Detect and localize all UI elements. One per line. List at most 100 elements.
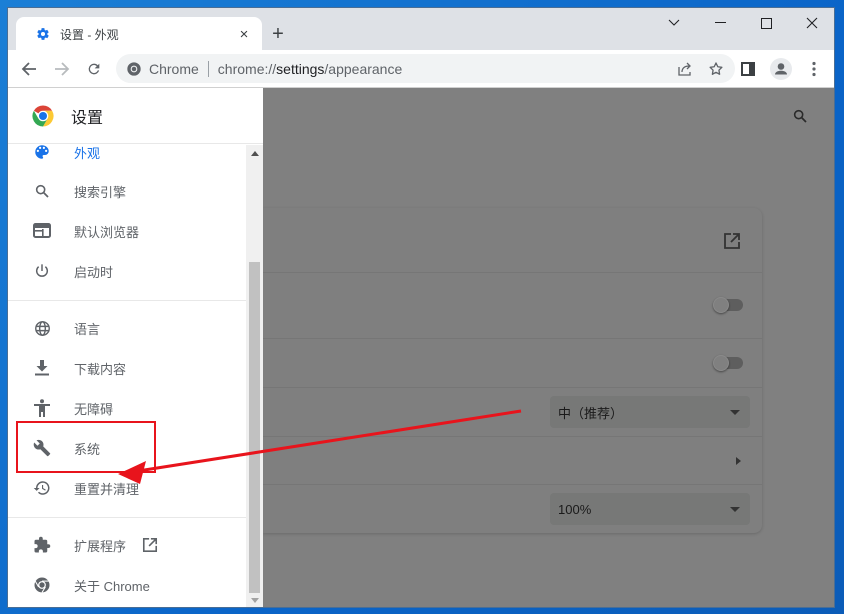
side-panel-icon [741, 62, 755, 76]
sidebar-item-label: 无障碍 [74, 401, 114, 417]
minimize-button[interactable] [697, 8, 743, 38]
nav-divider [8, 300, 246, 301]
address-bar[interactable]: Chrome chrome://settings/appearance [116, 54, 735, 83]
tab-strip: 设置 - 外观 × + [8, 8, 834, 51]
maximize-icon [760, 17, 772, 29]
bookmark-button[interactable] [704, 57, 728, 81]
drawer-header: 设置 [8, 88, 263, 144]
external-link-icon [142, 537, 158, 553]
scrollbar-thumb[interactable] [249, 262, 260, 593]
drawer-title: 设置 [71, 109, 104, 127]
sidebar-item-label: 启动时 [74, 264, 114, 280]
sidebar-item-downloads[interactable]: 下载内容 [8, 348, 246, 388]
settings-row-customize-fonts[interactable] [263, 436, 762, 484]
sidebar-item-label: 默认浏览器 [74, 224, 140, 240]
select-value: 中（推荐） [558, 405, 624, 421]
toggle-switch[interactable] [713, 297, 747, 313]
close-window-button[interactable] [789, 8, 834, 38]
tab-close-icon[interactable]: × [236, 26, 252, 43]
url-host: settings [276, 60, 325, 77]
external-link-icon [724, 233, 740, 249]
globe-icon [32, 318, 52, 338]
profile-avatar-icon [770, 58, 792, 80]
history-reset-icon [32, 478, 52, 498]
drawer-scrollbar[interactable] [246, 145, 263, 607]
more-menu-button[interactable] [800, 55, 828, 83]
nav-divider [8, 517, 246, 518]
download-icon [32, 358, 52, 378]
chrome-site-icon [127, 61, 141, 76]
chrome-logo-icon [32, 575, 52, 595]
sidebar-item-label: 语言 [74, 321, 101, 337]
sidebar-item-label: 重置并清理 [74, 481, 140, 497]
chrome-logo-icon [32, 105, 54, 126]
triangle-down-icon [250, 598, 259, 603]
chevron-down-icon [668, 19, 680, 26]
accessibility-icon [32, 398, 52, 418]
settings-row-toggle-1 [263, 272, 762, 338]
settings-search-button[interactable] [788, 104, 812, 128]
sidebar-item-search-engine[interactable]: 搜索引擎 [8, 171, 246, 211]
back-arrow-icon [21, 62, 36, 76]
forward-arrow-icon [55, 62, 70, 76]
tab-title: 设置 - 外观 [60, 27, 119, 42]
close-icon [806, 17, 818, 29]
maximize-button[interactable] [743, 8, 789, 38]
browser-window-icon [32, 221, 52, 241]
gear-icon [35, 26, 51, 42]
sidebar-item-appearance[interactable]: 外观 [8, 145, 246, 172]
settings-row-page-zoom: 100% [263, 484, 762, 533]
tab-settings-appearance[interactable]: 设置 - 外观 × [16, 17, 262, 51]
url-scheme: chrome:// [217, 60, 277, 77]
tab-search-button[interactable] [651, 8, 697, 38]
sidebar-item-label: 下载内容 [74, 361, 127, 377]
side-panel-button[interactable] [734, 55, 762, 83]
share-button[interactable] [673, 57, 697, 81]
appearance-card: 中（推荐） 100% [263, 208, 762, 533]
minimize-icon [714, 22, 726, 23]
search-icon [32, 181, 52, 201]
browser-window: 设置 - 外观 × + Chrome chrome://settings/app… [7, 7, 835, 608]
sidebar-item-label: 关于 Chrome [74, 578, 150, 594]
sidebar-item-extensions[interactable]: 扩展程序 [8, 525, 246, 565]
open-theme-store-button[interactable] [723, 232, 743, 252]
dropdown-caret-icon [730, 409, 740, 415]
profile-button[interactable] [767, 55, 795, 83]
reload-button[interactable] [80, 55, 108, 83]
sidebar-item-label: 搜索引擎 [74, 184, 127, 200]
settings-drawer: 设置 外观 搜索引擎 默认浏览器 启动时 语言 下载内容 无障碍 系统 重置并清… [8, 88, 263, 607]
site-chip-label: Chrome [149, 60, 199, 77]
sidebar-item-label: 外观 [74, 145, 101, 161]
power-icon [32, 261, 52, 281]
sidebar-item-reset-and-cleanup[interactable]: 重置并清理 [8, 468, 246, 508]
font-size-select[interactable]: 中（推荐） [550, 396, 750, 428]
url-path: /appearance [324, 60, 403, 77]
sidebar-item-about-chrome[interactable]: 关于 Chrome [8, 565, 246, 605]
back-button[interactable] [15, 55, 43, 83]
sidebar-item-languages[interactable]: 语言 [8, 308, 246, 348]
page-zoom-select[interactable]: 100% [550, 493, 750, 525]
chevron-right-icon [736, 457, 741, 465]
sidebar-item-on-startup[interactable]: 启动时 [8, 251, 246, 291]
settings-page: 中（推荐） 100% 设置 外观 搜索引擎 默认浏览器 启动时 语言 下载内容 … [8, 88, 834, 607]
search-icon [793, 109, 807, 123]
triangle-up-icon [250, 151, 259, 156]
more-menu-icon [812, 61, 816, 77]
settings-row-toggle-2 [263, 338, 762, 387]
highlight-box [16, 421, 156, 473]
reload-icon [88, 63, 100, 75]
forward-button[interactable] [48, 55, 76, 83]
toggle-switch[interactable] [713, 355, 747, 371]
select-value: 100% [558, 501, 592, 517]
scroll-up-arrow[interactable] [246, 145, 263, 162]
bookmark-star-icon [709, 62, 723, 75]
sidebar-item-label: 扩展程序 [74, 538, 127, 554]
new-tab-button[interactable]: + [267, 23, 289, 45]
sidebar-item-default-browser[interactable]: 默认浏览器 [8, 211, 246, 251]
puzzle-icon [32, 535, 52, 555]
settings-nav-list: 外观 搜索引擎 默认浏览器 启动时 语言 下载内容 无障碍 系统 重置并清理 扩… [8, 145, 246, 607]
scroll-down-arrow[interactable] [246, 592, 263, 607]
toolbar: Chrome chrome://settings/appearance [8, 50, 834, 88]
palette-icon [32, 145, 52, 162]
url-text[interactable]: chrome://settings/appearance [218, 61, 402, 77]
